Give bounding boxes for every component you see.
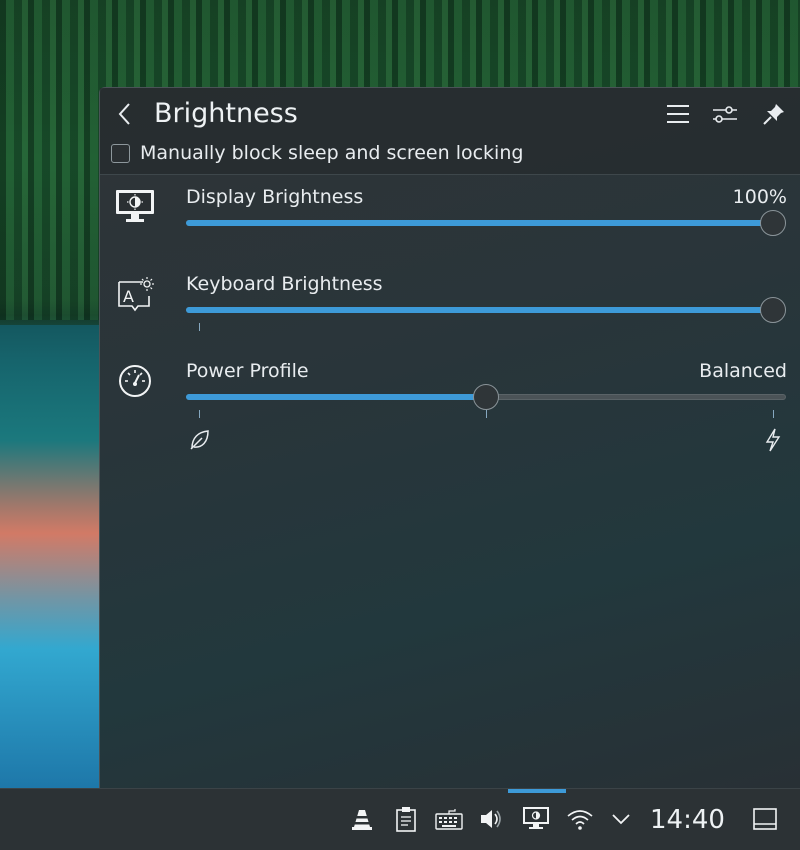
- chevron-left-icon: [118, 103, 130, 125]
- keyboard-layout-tray-button[interactable]: [435, 805, 463, 833]
- power-profile-control: Power Profile Balanced: [100, 350, 800, 452]
- show-desktop-icon: [753, 808, 777, 830]
- power-profile-icon: [114, 360, 156, 402]
- slider-fill: [186, 307, 773, 313]
- show-desktop-button[interactable]: [751, 805, 779, 833]
- keyboard-brightness-slider[interactable]: [186, 297, 786, 331]
- power-profile-value: Balanced: [699, 360, 787, 382]
- display-brightness-label: Display Brightness: [186, 186, 364, 208]
- power-profile-icons: [186, 428, 786, 454]
- display-brightness-slider[interactable]: [186, 210, 786, 236]
- keyboard-brightness-icon: A: [114, 273, 156, 315]
- brightness-popup: Brightness Manually block sleep and scre…: [99, 87, 800, 788]
- inhibit-sleep-label: Manually block sleep and screen locking: [140, 142, 524, 164]
- volume-icon: [481, 810, 501, 828]
- lightning-icon: [765, 428, 781, 452]
- slider-tick: [199, 323, 200, 331]
- power-profile-slider[interactable]: [186, 384, 786, 418]
- page-title: Brightness: [154, 98, 298, 129]
- keyboard-layout-icon: [435, 809, 463, 830]
- slider-fill: [186, 394, 486, 400]
- slider-handle[interactable]: [473, 384, 499, 410]
- slider-fill: [186, 220, 773, 226]
- tray-active-indicator: [508, 789, 566, 793]
- pin-button[interactable]: [760, 100, 788, 128]
- hamburger-menu-icon: [667, 105, 689, 123]
- taskbar: 14:40: [0, 788, 800, 850]
- leaf-icon: [190, 430, 209, 450]
- slider-tick-power-saver: [199, 410, 200, 418]
- display-brightness-icon: [114, 186, 156, 228]
- vlc-icon: [352, 810, 372, 830]
- power-profile-label: Power Profile: [186, 360, 309, 382]
- keyboard-brightness-control: A Keyboard Brightness: [100, 263, 800, 349]
- slider-tick-performance: [773, 410, 774, 418]
- brightness-tray-button[interactable]: [522, 805, 550, 833]
- expand-tray-button[interactable]: [607, 805, 635, 833]
- display-brightness-control: Display Brightness 100%: [100, 176, 800, 262]
- vlc-tray-button[interactable]: [348, 805, 376, 833]
- svg-text:A: A: [123, 287, 134, 306]
- back-button[interactable]: [112, 100, 138, 128]
- configure-button[interactable]: [711, 100, 739, 128]
- wifi-icon: [567, 810, 593, 830]
- keyboard-brightness-label: Keyboard Brightness: [186, 273, 383, 295]
- chevron-down-icon: [612, 814, 630, 825]
- brightness-monitor-icon: [523, 807, 549, 829]
- display-brightness-value: 100%: [732, 186, 787, 208]
- slider-handle[interactable]: [760, 297, 786, 323]
- menu-button[interactable]: [664, 100, 692, 128]
- pin-icon: [763, 104, 784, 125]
- inhibit-sleep-option[interactable]: Manually block sleep and screen locking: [111, 142, 523, 164]
- wifi-tray-button[interactable]: [566, 805, 594, 833]
- clipboard-tray-button[interactable]: [392, 805, 420, 833]
- clipboard-icon: [396, 807, 416, 832]
- digital-clock[interactable]: 14:40: [650, 803, 725, 837]
- inhibit-sleep-checkbox[interactable]: [111, 143, 130, 163]
- settings-sliders-icon: [713, 106, 737, 123]
- slider-handle[interactable]: [760, 210, 786, 236]
- popup-header: Brightness Manually block sleep and scre…: [100, 88, 800, 175]
- slider-tick-balanced: [486, 410, 487, 418]
- volume-tray-button[interactable]: [478, 805, 506, 833]
